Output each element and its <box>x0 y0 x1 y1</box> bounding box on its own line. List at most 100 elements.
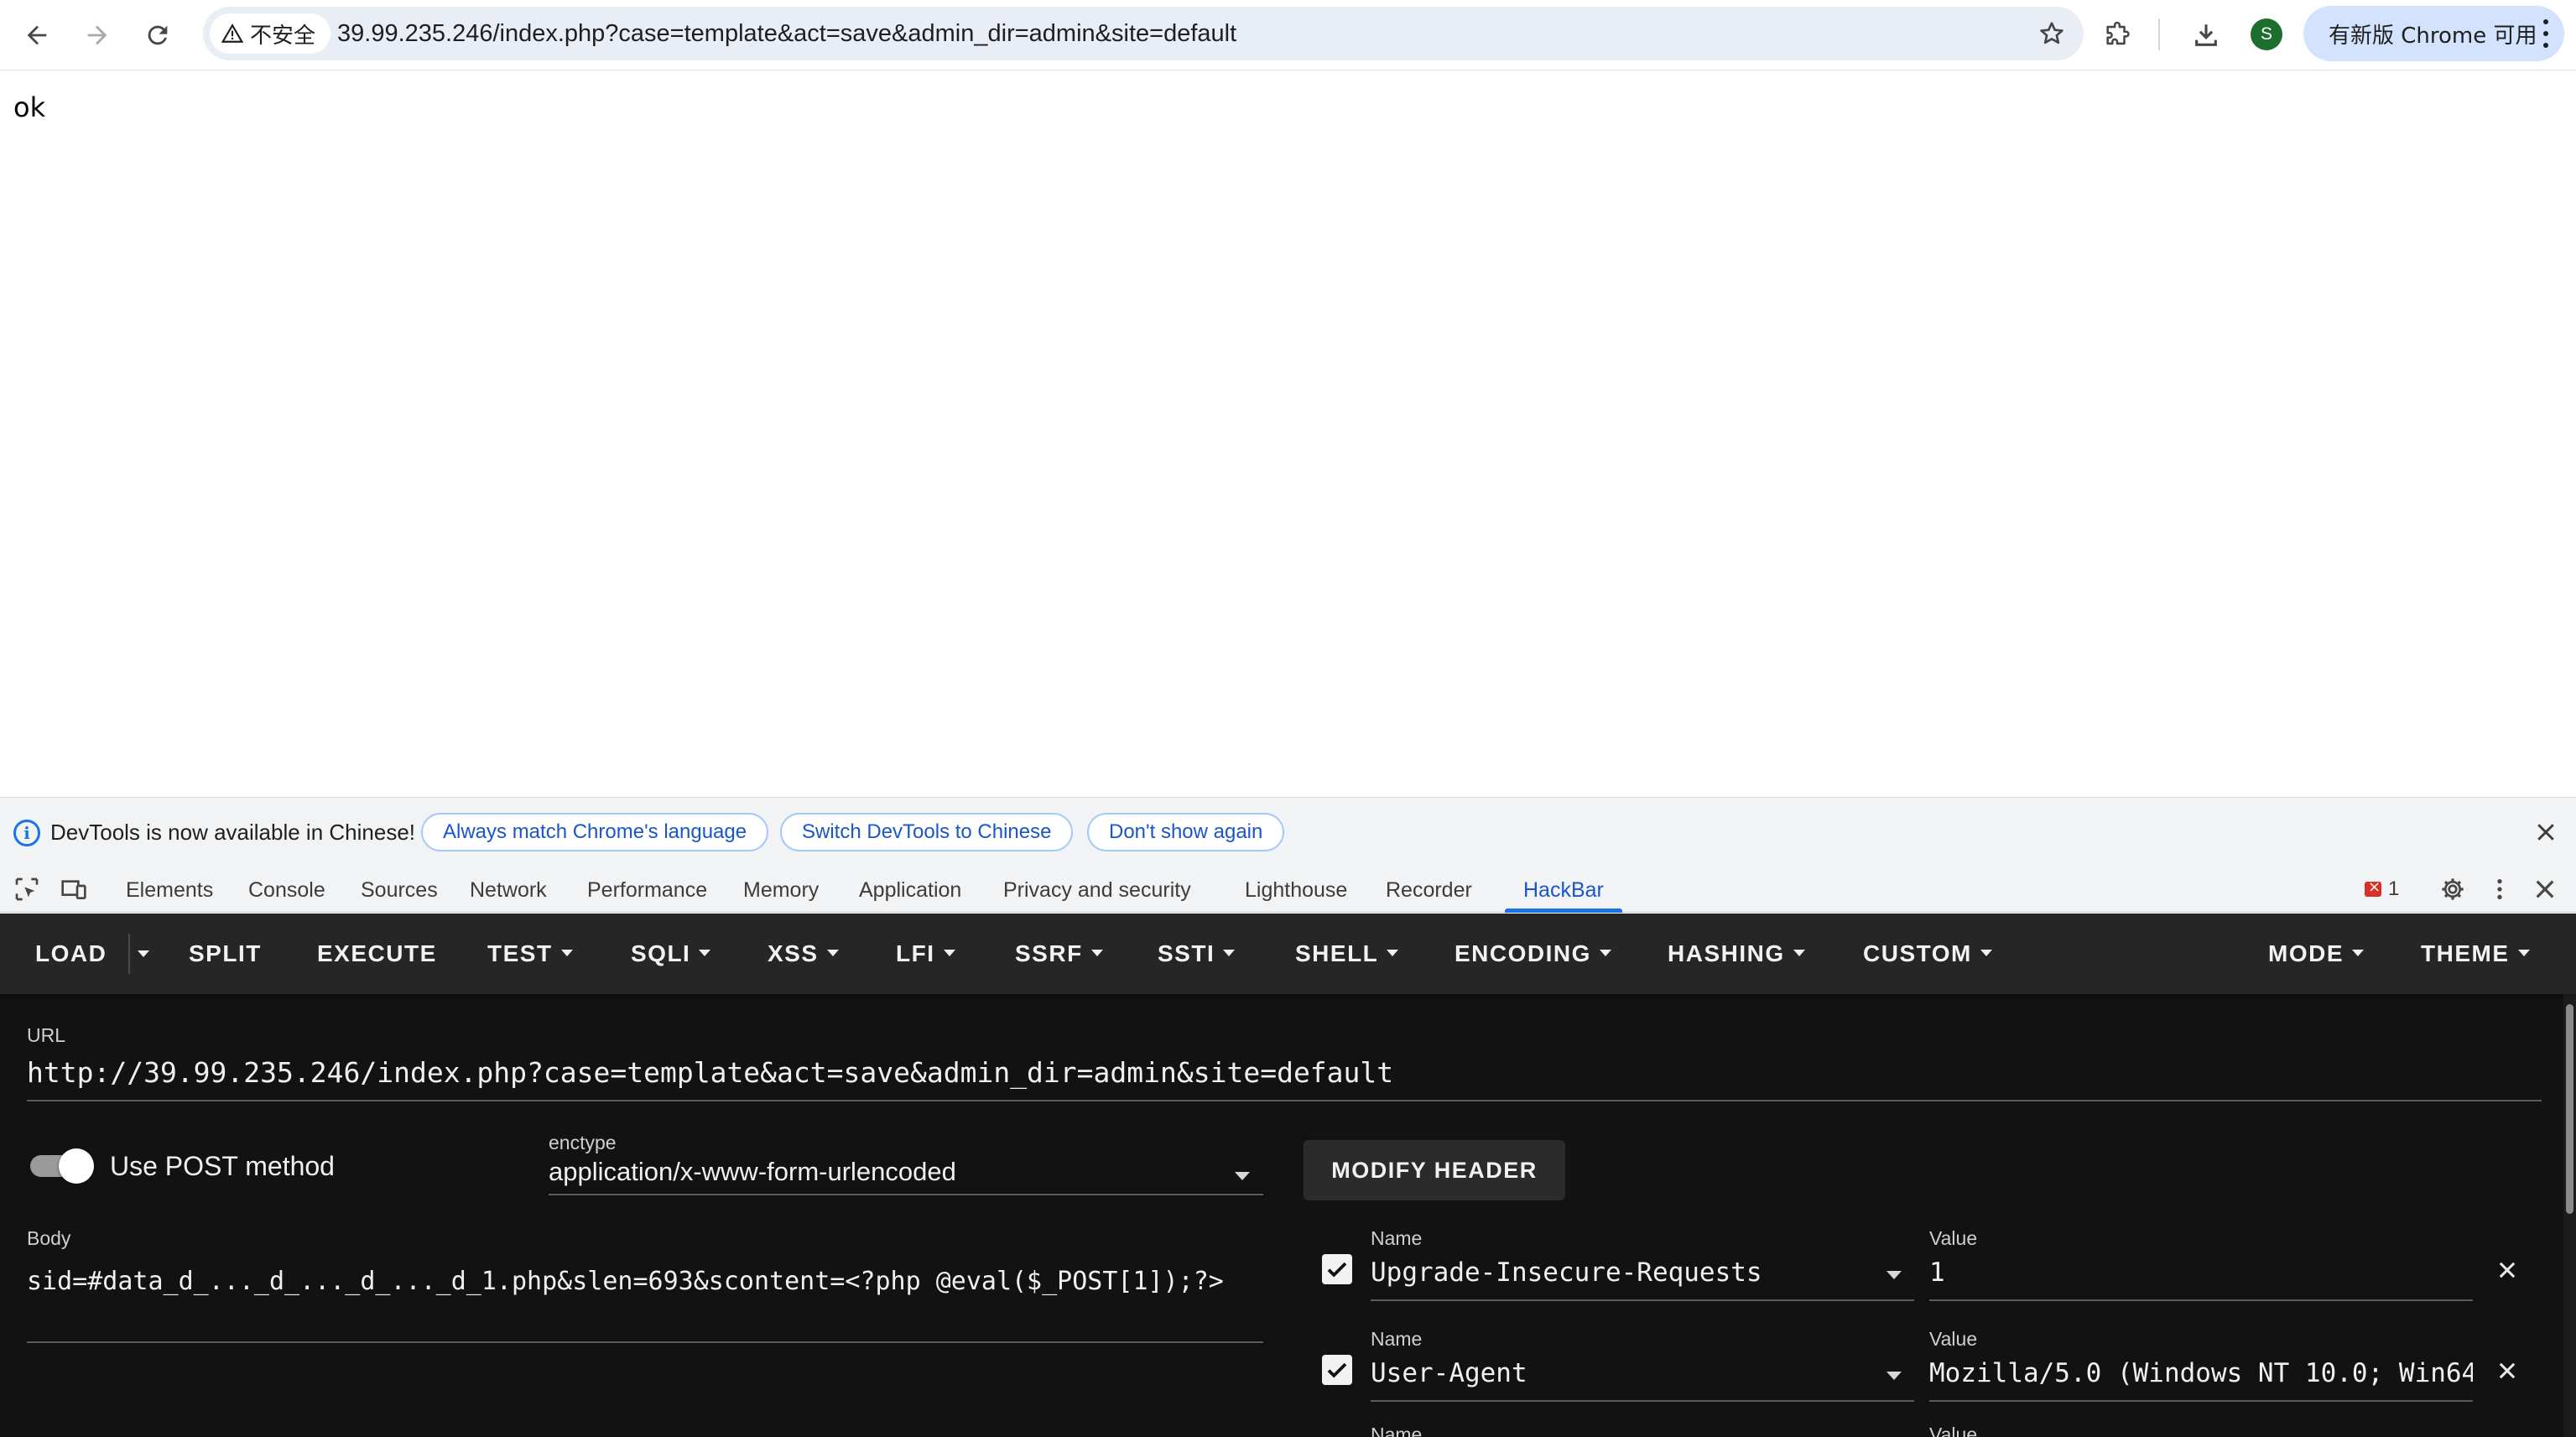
extensions-button[interactable] <box>2094 12 2141 59</box>
chevron-down-icon <box>1223 949 1236 956</box>
scrollbar-thumb[interactable] <box>2566 1004 2573 1214</box>
devtools-menu-button[interactable] <box>2485 874 2515 904</box>
url-field-label: URL <box>27 1024 66 1046</box>
check-icon <box>1327 1362 1347 1378</box>
theme-menu[interactable]: THEME <box>2421 914 2530 994</box>
star-icon <box>2040 22 2063 44</box>
infobar-message: DevTools is now available in Chinese! <box>50 820 416 845</box>
post-method-label: Use POST method <box>110 1151 335 1181</box>
header-2-value-input[interactable]: Mozilla/5.0 (Windows NT 10.0; Win64; x64… <box>1929 1358 2473 1388</box>
header-3-value-label: Value <box>1929 1424 1978 1437</box>
tab-lighthouse[interactable]: Lighthouse <box>1245 866 1347 913</box>
tab-sources[interactable]: Sources <box>361 866 438 913</box>
header-2-name-underline <box>1371 1400 1914 1402</box>
hackbar-scrollbar[interactable] <box>2563 994 2576 1437</box>
header-2-remove-button[interactable] <box>2493 1356 2521 1385</box>
reload-icon <box>148 25 168 45</box>
modify-header-button[interactable]: MODIFY HEADER <box>1304 1140 1565 1200</box>
execute-button[interactable]: EXECUTE <box>317 914 437 994</box>
header-1-remove-button[interactable] <box>2493 1256 2521 1284</box>
header-1-checkbox[interactable] <box>1322 1254 1352 1284</box>
devtools-settings-button[interactable] <box>2438 874 2468 904</box>
bookmark-button[interactable] <box>2032 13 2072 54</box>
always-match-language-button[interactable]: Always match Chrome's language <box>421 813 769 851</box>
tab-recorder[interactable]: Recorder <box>1386 866 1472 913</box>
inspect-element-button[interactable] <box>12 874 42 904</box>
mode-label: MODE <box>2268 940 2344 966</box>
tab-elements[interactable]: Elements <box>126 866 213 913</box>
header-1-name-label: Name <box>1371 1227 1423 1249</box>
active-tab-indicator <box>1505 909 1622 913</box>
encoding-menu[interactable]: ENCODING <box>1455 914 1611 994</box>
split-button[interactable]: SPLIT <box>189 914 262 994</box>
chrome-update-button[interactable]: 有新版 Chrome 可用 <box>2303 6 2564 61</box>
error-count: 1 <box>2388 877 2400 900</box>
device-toolbar-button[interactable] <box>59 874 89 904</box>
sqli-menu[interactable]: SQLI <box>631 914 711 994</box>
tab-memory[interactable]: Memory <box>743 866 819 913</box>
info-icon: i <box>13 820 40 846</box>
enctype-select[interactable]: application/x-www-form-urlencoded <box>549 1157 956 1187</box>
hackbar-url-input[interactable]: http://39.99.235.246/index.php?case=temp… <box>27 1056 1393 1089</box>
error-count-badge[interactable]: 1 <box>2365 877 2399 901</box>
close-icon <box>2536 880 2554 898</box>
devtools-close-button[interactable] <box>2530 874 2560 904</box>
close-icon <box>2537 824 2554 841</box>
test-menu[interactable]: TEST <box>487 914 573 994</box>
security-chip[interactable]: 不安全 <box>210 13 331 54</box>
arrow-right-icon <box>87 25 107 45</box>
tab-performance[interactable]: Performance <box>587 866 707 913</box>
more-vertical-icon[interactable] <box>2542 19 2549 48</box>
shell-menu[interactable]: SHELL <box>1295 914 1399 994</box>
address-bar[interactable]: 不安全 39.99.235.246/index.php?case=templat… <box>203 7 2084 60</box>
url-text[interactable]: 39.99.235.246/index.php?case=template&ac… <box>337 7 1236 60</box>
reload-button[interactable] <box>134 12 181 59</box>
body-underline <box>27 1341 1263 1343</box>
mode-menu[interactable]: MODE <box>2268 914 2364 994</box>
infobar-close-button[interactable] <box>2530 816 2562 848</box>
tab-hackbar[interactable]: HackBar <box>1523 866 1604 913</box>
encoding-label: ENCODING <box>1455 940 1591 966</box>
security-label: 不安全 <box>250 23 316 49</box>
chevron-down-icon[interactable] <box>1886 1271 1902 1279</box>
custom-menu[interactable]: CUSTOM <box>1863 914 1992 994</box>
header-2-checkbox[interactable] <box>1322 1355 1352 1385</box>
header-2-name-input[interactable]: User-Agent <box>1371 1358 1874 1388</box>
profile-avatar[interactable]: S <box>2251 18 2282 50</box>
load-divider <box>128 934 130 974</box>
inspect-icon <box>15 877 39 901</box>
warning-icon <box>221 23 243 43</box>
chevron-down-icon <box>1793 949 1805 956</box>
lfi-menu[interactable]: LFI <box>896 914 955 994</box>
back-button[interactable] <box>13 12 60 59</box>
ssti-menu[interactable]: SSTI <box>1158 914 1236 994</box>
header-1-value-input[interactable]: 1 <box>1929 1257 2473 1288</box>
theme-label: THEME <box>2421 940 2510 966</box>
hashing-menu[interactable]: HASHING <box>1668 914 1805 994</box>
switch-devtools-chinese-button[interactable]: Switch DevTools to Chinese <box>780 813 1074 851</box>
xss-menu[interactable]: XSS <box>768 914 839 994</box>
chevron-down-icon[interactable] <box>1235 1172 1250 1180</box>
ssrf-menu[interactable]: SSRF <box>1015 914 1103 994</box>
tab-application[interactable]: Application <box>859 866 961 913</box>
tab-console[interactable]: Console <box>248 866 325 913</box>
header-2-value-label: Value <box>1929 1328 1978 1350</box>
load-dropdown-icon[interactable] <box>138 950 149 957</box>
chevron-down-icon[interactable] <box>1886 1372 1902 1380</box>
chevron-down-icon <box>1599 949 1611 956</box>
devtools-tabbar: Elements Console Sources Network Perform… <box>0 866 2576 913</box>
downloads-button[interactable] <box>2183 12 2230 59</box>
tab-network[interactable]: Network <box>470 866 547 913</box>
body-textarea[interactable]: sid=#data_d_..._d_..._d_..._d_1.php&slen… <box>27 1262 1268 1302</box>
dont-show-again-button[interactable]: Don't show again <box>1087 813 1285 851</box>
load-button[interactable]: LOAD <box>35 914 107 994</box>
chevron-down-icon <box>560 949 573 956</box>
toolbar-divider <box>2158 18 2160 50</box>
forward-button[interactable] <box>74 12 121 59</box>
header-1-name-input[interactable]: Upgrade-Insecure-Requests <box>1371 1257 1874 1288</box>
execute-label: EXECUTE <box>317 940 437 966</box>
chevron-down-icon <box>1090 949 1103 956</box>
tab-privacy-security[interactable]: Privacy and security <box>1003 866 1191 913</box>
ssrf-label: SSRF <box>1015 940 1083 966</box>
post-method-toggle[interactable] <box>29 1145 96 1185</box>
